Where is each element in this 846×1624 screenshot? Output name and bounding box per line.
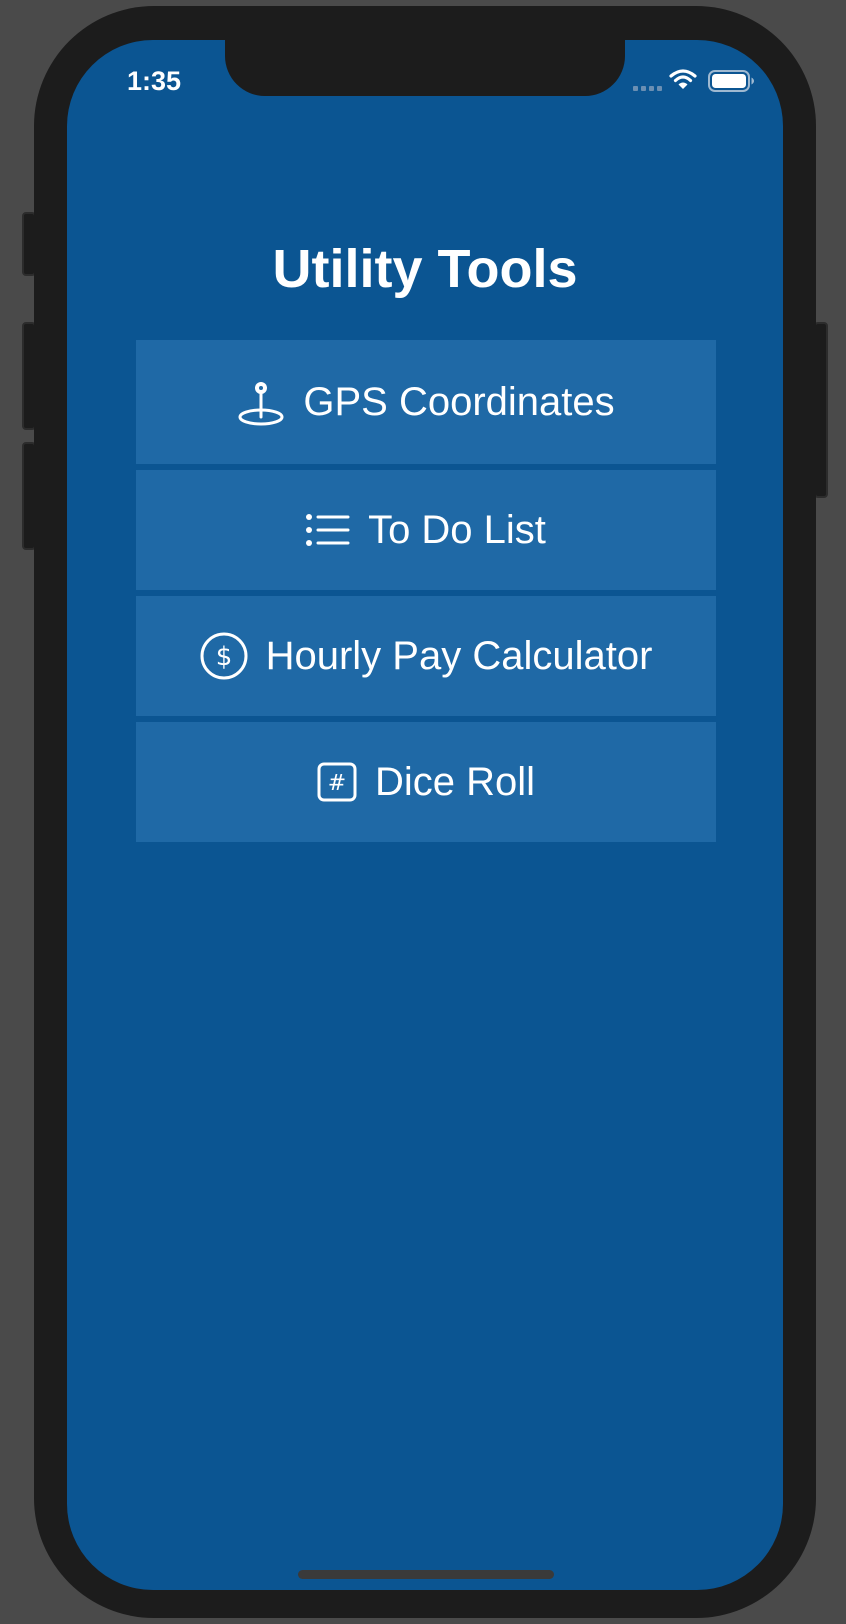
battery-icon xyxy=(708,70,756,97)
gps-coordinates-button[interactable]: GPS Coordinates xyxy=(136,340,716,464)
wifi-icon xyxy=(669,68,697,95)
to-do-list-label: To Do List xyxy=(368,507,546,552)
map-pin-icon xyxy=(237,378,285,426)
dollar-circle-icon: $ xyxy=(200,632,248,680)
device-notch xyxy=(225,40,625,96)
device-power-button xyxy=(814,322,828,498)
svg-text:#: # xyxy=(328,771,346,796)
app-screen: 1:35 Utility Tools GPS Coordinates To Do… xyxy=(67,40,783,1590)
to-do-list-button[interactable]: To Do List xyxy=(136,470,716,590)
svg-text:$: $ xyxy=(215,642,232,672)
hourly-pay-calculator-button[interactable]: $ Hourly Pay Calculator xyxy=(136,596,716,716)
cellular-signal-icon xyxy=(633,86,662,91)
dice-roll-button[interactable]: # Dice Roll xyxy=(136,722,716,842)
home-indicator[interactable] xyxy=(298,1570,554,1579)
hourly-pay-calculator-label: Hourly Pay Calculator xyxy=(265,633,653,678)
page-title: Utility Tools xyxy=(272,239,578,299)
dice-roll-label: Dice Roll xyxy=(374,759,536,804)
list-icon xyxy=(306,513,350,547)
hash-square-icon: # xyxy=(317,762,357,802)
status-time: 1:35 xyxy=(127,66,182,96)
gps-coordinates-label: GPS Coordinates xyxy=(303,379,615,424)
